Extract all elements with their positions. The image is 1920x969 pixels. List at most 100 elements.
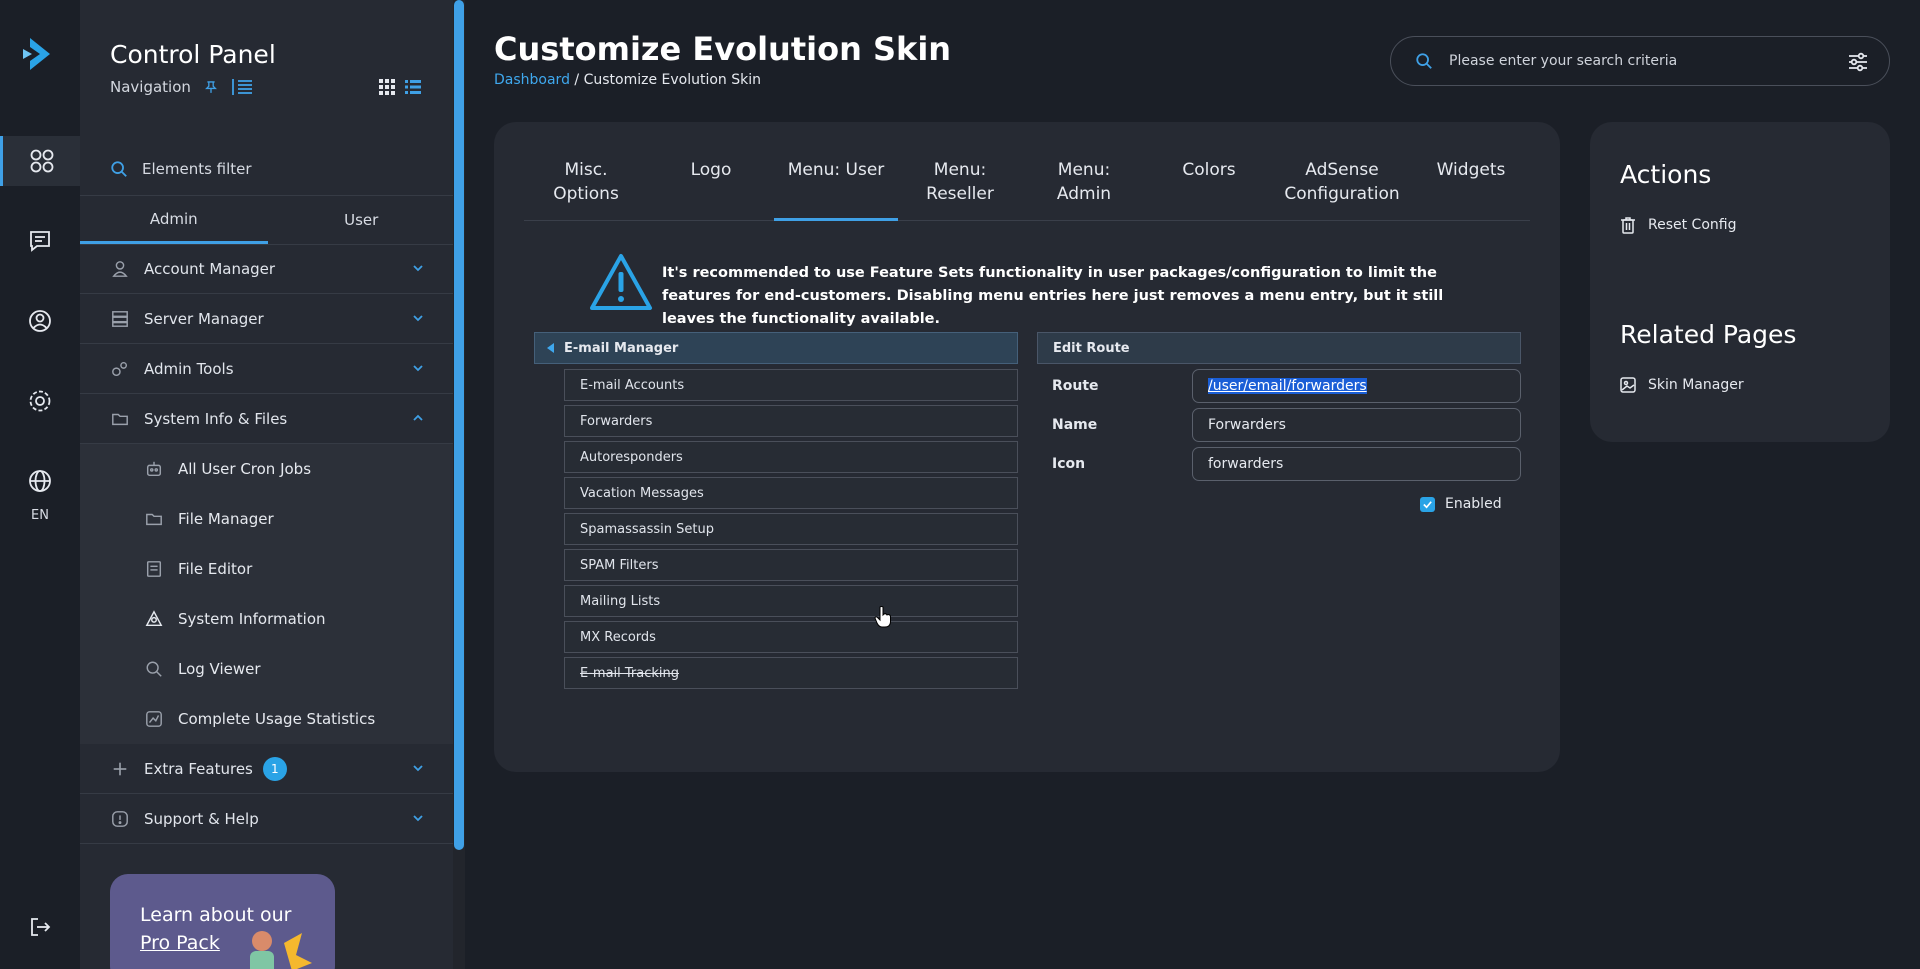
sidebar-item-system-info[interactable]: System Info & Files [80,394,455,444]
actions-title: Actions [1620,160,1712,189]
sidebar-item-support[interactable]: Support & Help [80,794,455,844]
sidebar-item-system-information[interactable]: System Information [80,594,455,644]
tree-item[interactable]: Vacation Messages [564,477,1018,509]
tree-item[interactable]: Mailing Lists [564,585,1018,617]
elements-filter[interactable]: Elements filter [110,157,440,181]
submenu-label: File Manager [178,510,274,528]
tab-widgets[interactable]: Widgets [1412,158,1530,221]
dashboard-icon[interactable] [0,136,80,186]
search-placeholder: Please enter your search criteria [1449,53,1678,69]
tree-item-label: E-mail Tracking [580,665,680,681]
sidebar-item-label: Extra Features [144,759,253,778]
tab-user[interactable]: User [268,196,456,244]
route-field[interactable]: /user/email/forwarders [1192,369,1521,403]
reset-config-label: Reset Config [1648,217,1737,233]
warning-icon [590,254,652,310]
language-label[interactable]: EN [0,508,80,523]
submenu-label: File Editor [178,560,253,578]
edit-route-header: Edit Route [1037,332,1521,364]
tab-menu-user[interactable]: Menu: User [774,158,898,221]
skin-manager-label: Skin Manager [1648,377,1744,393]
tree-group-email-manager[interactable]: E-mail Manager [534,332,1018,364]
tree-item-disabled[interactable]: E-mail Tracking [564,657,1018,689]
breadcrumb-dashboard-link[interactable]: Dashboard [494,72,570,88]
logout-icon[interactable] [0,902,80,952]
sidebar-item-account-manager[interactable]: Account Manager [80,244,455,294]
sidebar-item-log-viewer[interactable]: Log Viewer [80,644,455,694]
submenu-label: Log Viewer [178,660,261,678]
tab-label: Logo [690,160,732,180]
sidebar-item-cron-jobs[interactable]: All User Cron Jobs [80,444,455,494]
tree-item[interactable]: E-mail Accounts [564,369,1018,401]
folder-icon [144,509,164,529]
trash-icon [1621,217,1635,234]
settings-icon[interactable] [0,376,80,426]
checkbox-checked-icon[interactable] [1420,496,1435,512]
list-view-icon[interactable] [404,78,422,96]
grid-view-icon[interactable] [378,78,396,96]
warning-text: It's recommended to use Feature Sets fun… [662,265,1444,327]
search-input[interactable]: Please enter your search criteria [1390,36,1890,86]
skin-customization-card: Misc. Options Logo Menu: User Menu: Resell… [494,122,1560,772]
tree-item-label: E-mail Accounts [580,377,685,393]
sidebar-item-extra-features[interactable]: Extra Features 1 [80,744,455,794]
logo-icon[interactable] [20,34,60,74]
tab-colors[interactable]: Colors [1146,158,1272,221]
robot-icon [144,459,164,479]
tree-item[interactable]: Forwarders [564,405,1018,437]
sidebar-submenu: All User Cron Jobs File Manager File Edi… [80,444,455,744]
customization-tabs: Misc. Options Logo Menu: User Menu: Resell… [524,158,1530,221]
pro-pack-promo[interactable]: Learn about our Pro Pack [110,874,335,969]
sidebar-title: Control Panel [110,40,276,69]
tree-item[interactable]: SPAM Filters [564,549,1018,581]
tab-menu-reseller[interactable]: Menu: Reseller [898,158,1022,221]
sidebar-item-file-manager[interactable]: File Manager [80,494,455,544]
tab-label: Options [553,184,619,204]
tab-admin[interactable]: Admin [80,196,268,244]
tree-item[interactable]: Spamassassin Setup [564,513,1018,545]
collapse-triangle-icon [547,343,554,353]
filter-settings-icon[interactable] [1847,51,1869,73]
reset-config-button[interactable]: Reset Config [1620,216,1736,234]
sidebar-menu: Account Manager Server Manager Admin Too… [80,244,455,844]
tree-item-label: MX Records [580,629,656,645]
enabled-label: Enabled [1445,496,1502,512]
illustration-icon [250,931,312,969]
chart-icon [144,709,164,729]
icon-value: forwarders [1208,456,1284,472]
tab-label: Configuration [1284,184,1400,204]
tab-logo[interactable]: Logo [648,158,774,221]
tab-misc-options[interactable]: Misc. Options [524,158,648,221]
icon-field[interactable]: forwarders [1192,447,1521,481]
search-icon [111,161,127,177]
tree-item[interactable]: MX Records [564,621,1018,653]
chevron-down-icon [413,365,423,372]
sidebar-item-usage-statistics[interactable]: Complete Usage Statistics [80,694,455,744]
tree-item[interactable]: Autoresponders [564,441,1018,473]
feature-sets-warning: It's recommended to use Feature Sets fun… [588,252,1488,327]
search-icon [1416,53,1432,69]
tab-menu-admin[interactable]: Menu: Admin [1022,158,1146,221]
account-icon[interactable] [0,296,80,346]
tab-label: Menu: [933,160,987,180]
messages-icon[interactable] [0,216,80,266]
skin-manager-link[interactable]: Skin Manager [1620,376,1744,394]
language-icon[interactable] [0,456,80,506]
name-field[interactable]: Forwarders [1192,408,1521,442]
pin-icon[interactable] [203,77,219,97]
sidebar-item-label: Server Manager [144,309,264,328]
system-icon [144,609,164,629]
sidebar-item-server-manager[interactable]: Server Manager [80,294,455,344]
enabled-checkbox[interactable]: Enabled [1420,496,1502,512]
navigation-text: Navigation [110,78,191,96]
sidebar-item-admin-tools[interactable]: Admin Tools [80,344,455,394]
tree-item-label: SPAM Filters [580,557,659,573]
tab-adsense[interactable]: AdSense Configuration [1272,158,1412,221]
sidebar-item-file-editor[interactable]: File Editor [80,544,455,594]
plus-icon [110,759,130,779]
tab-label: Colors [1182,160,1236,180]
elements-filter-placeholder: Elements filter [142,160,252,178]
server-icon [110,309,130,329]
sidebar-scrollbar[interactable] [454,0,464,850]
list-order-icon[interactable] [231,77,253,97]
